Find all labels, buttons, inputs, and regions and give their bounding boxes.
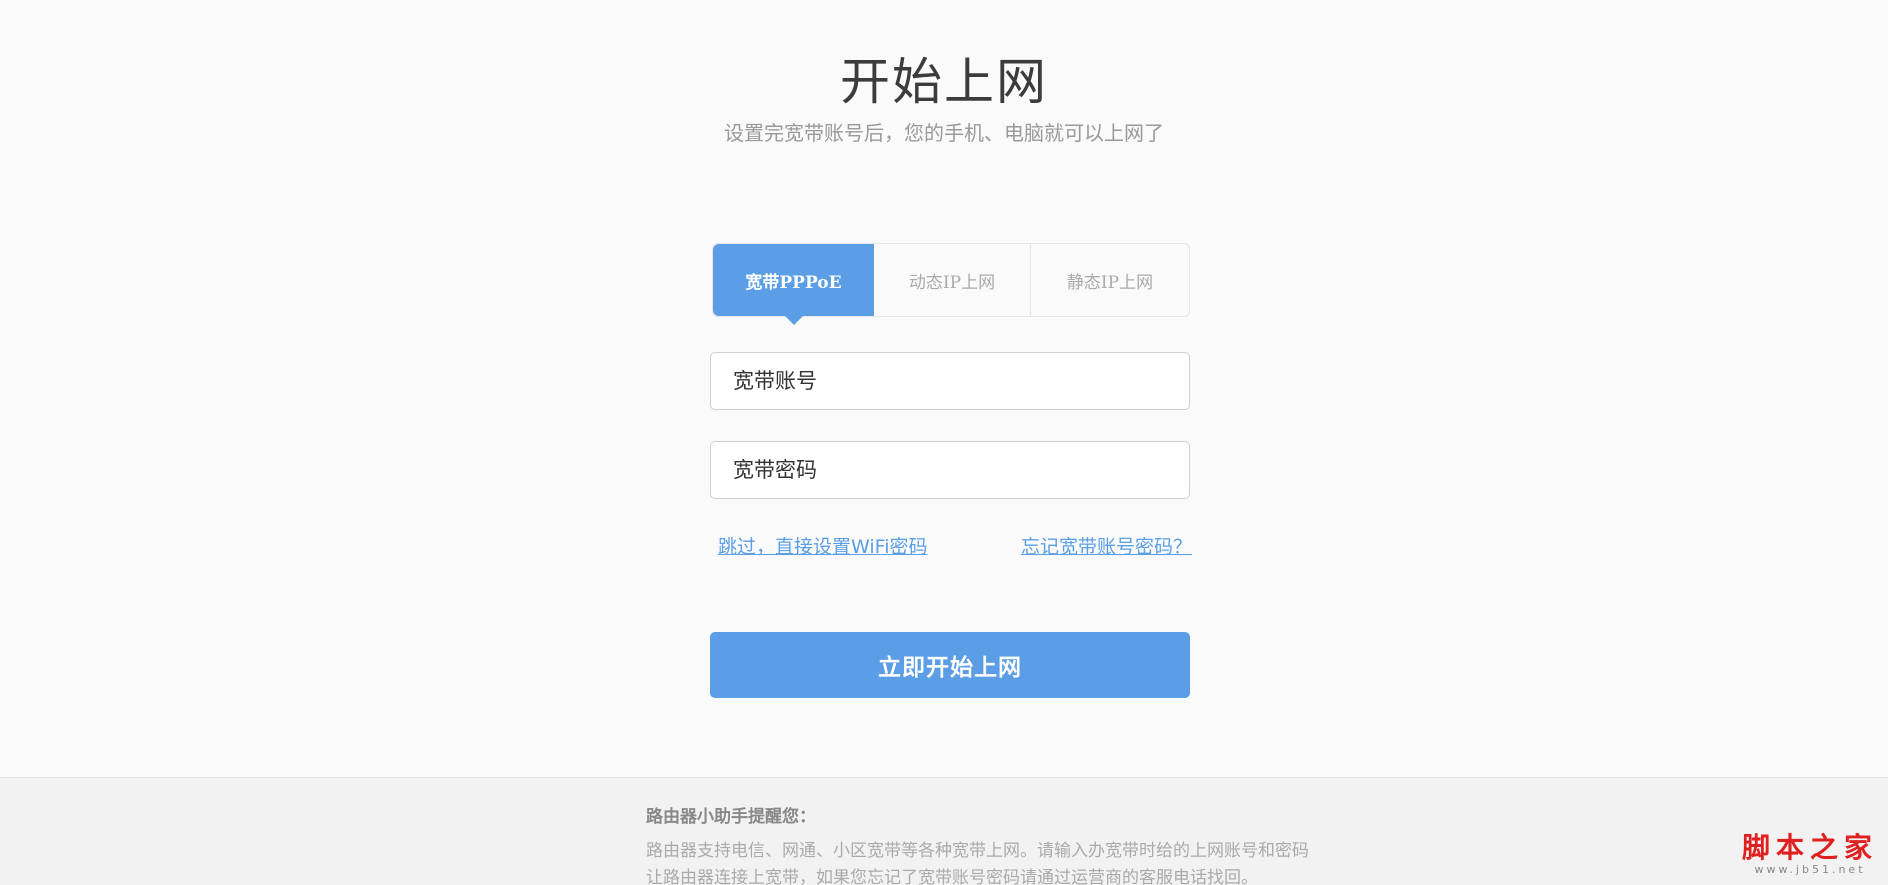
- watermark-brand: 脚本之家: [1741, 831, 1878, 864]
- page-subtitle: 设置完宽带账号后，您的手机、电脑就可以上网了: [724, 121, 1164, 145]
- assistant-tips-footer: 路由器小助手提醒您： 路由器支持电信、网通、小区宽带等各种宽带上网。请输入办宽带…: [0, 777, 1888, 885]
- connection-type-tabs: 宽带PPPoE 动态IP上网 静态IP上网: [712, 243, 1190, 325]
- footer-tip-line: 路由器支持电信、网通、小区宽带等各种宽带上网。请输入办宽带时给的上网账号和密码: [646, 841, 1309, 861]
- tab-static-ip[interactable]: 静态IP上网: [1031, 244, 1189, 316]
- tab-pppoe[interactable]: 宽带PPPoE: [713, 244, 874, 325]
- tab-dynamic-ip[interactable]: 动态IP上网: [874, 244, 1031, 316]
- forgot-credentials-link[interactable]: 忘记宽带账号密码？: [1021, 532, 1192, 559]
- broadband-account-input[interactable]: [710, 352, 1190, 410]
- page-title: 开始上网: [840, 53, 1048, 111]
- router-setup-page: 开始上网 设置完宽带账号后，您的手机、电脑就可以上网了 宽带PPPoE 动态IP…: [0, 0, 1888, 885]
- skip-to-wifi-link[interactable]: 跳过，直接设置WiFi密码: [718, 532, 927, 559]
- footer-title: 路由器小助手提醒您：: [646, 807, 816, 827]
- start-internet-button[interactable]: 立即开始上网: [710, 632, 1190, 698]
- watermark-url: www.jb51.net: [1754, 863, 1866, 876]
- footer-tip-line: 让路由器连接上宽带，如果您忘记了宽带账号密码请通过运营商的客服电话找回。: [646, 868, 1258, 885]
- site-watermark: 脚本之家 www.jb51.net: [1742, 833, 1878, 877]
- broadband-password-input[interactable]: [710, 441, 1190, 499]
